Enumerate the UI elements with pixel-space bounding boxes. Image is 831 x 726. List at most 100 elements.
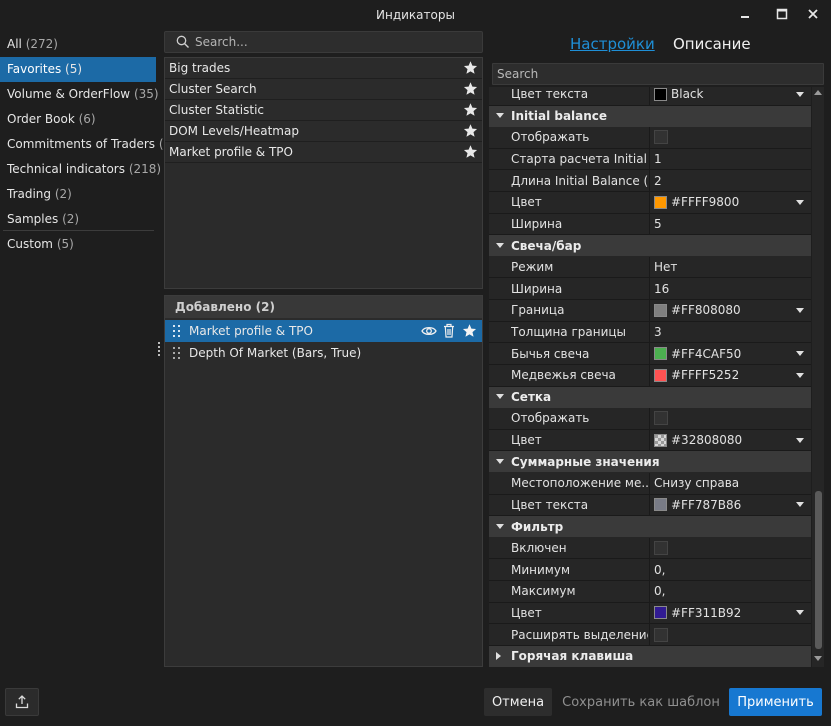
- property-value-text: Нет: [654, 260, 678, 275]
- star-icon[interactable]: [463, 60, 478, 78]
- property-value[interactable]: 3: [649, 321, 811, 343]
- property-value[interactable]: #FFFF5252: [649, 365, 811, 386]
- star-icon[interactable]: [463, 81, 478, 99]
- property-value[interactable]: [649, 408, 811, 429]
- property-section[interactable]: Initial balance: [489, 105, 811, 127]
- property-value[interactable]: Black: [649, 87, 811, 105]
- close-button[interactable]: [801, 3, 825, 25]
- minimize-button[interactable]: [733, 3, 757, 25]
- drag-handle-icon[interactable]: [173, 325, 181, 337]
- collapse-arrow-icon[interactable]: [496, 451, 504, 472]
- checkbox[interactable]: [654, 627, 668, 642]
- indicator-search-input[interactable]: [195, 34, 475, 50]
- property-section[interactable]: Суммарные значения: [489, 451, 811, 473]
- expand-arrow-icon[interactable]: [496, 646, 502, 667]
- property-value-text: Снизу справа: [654, 476, 740, 491]
- maximize-button[interactable]: [770, 3, 794, 25]
- dropdown-arrow-icon[interactable]: [796, 365, 804, 386]
- category-volume-orderflow[interactable]: Volume & OrderFlow (35): [0, 82, 159, 107]
- category-technical-indicators[interactable]: Technical indicators (218): [0, 157, 161, 182]
- eye-icon[interactable]: [421, 324, 437, 341]
- scrollbar-thumb[interactable]: [815, 491, 822, 649]
- property-scrollbar[interactable]: [812, 87, 824, 667]
- property-section[interactable]: Свеча/бар: [489, 235, 811, 257]
- property-section[interactable]: Сетка: [489, 386, 811, 408]
- drag-handle-icon[interactable]: [173, 347, 181, 359]
- property-row: Цвет текста Black: [489, 87, 811, 106]
- star-icon[interactable]: [463, 123, 478, 141]
- dropdown-arrow-icon[interactable]: [796, 192, 804, 213]
- apply-button[interactable]: Применить: [729, 688, 822, 716]
- favorite-item[interactable]: Cluster Statistic: [165, 100, 482, 121]
- dropdown-arrow-icon[interactable]: [796, 300, 804, 321]
- category-custom[interactable]: Custom (5): [0, 232, 156, 257]
- property-value[interactable]: [649, 624, 811, 645]
- category-commitments-of-traders[interactable]: Commitments of Traders (4): [0, 132, 176, 157]
- favorite-item[interactable]: Market profile & TPO: [165, 142, 482, 163]
- category-all[interactable]: All (272): [0, 32, 156, 57]
- save-template-button[interactable]: Сохранить как шаблон: [559, 688, 723, 716]
- property-value[interactable]: [649, 537, 811, 559]
- property-value[interactable]: 2: [649, 170, 811, 192]
- export-button[interactable]: [5, 688, 39, 716]
- property-value-text: Black: [671, 87, 704, 102]
- star-icon[interactable]: [462, 323, 477, 341]
- star-icon[interactable]: [463, 144, 478, 162]
- property-section[interactable]: Горячая клавиша: [489, 645, 811, 667]
- category-trading[interactable]: Trading (2): [0, 182, 156, 207]
- checkbox[interactable]: [654, 541, 668, 556]
- collapse-arrow-icon[interactable]: [496, 387, 504, 408]
- property-value[interactable]: 0,: [649, 581, 811, 602]
- property-value[interactable]: #FFFF9800: [649, 192, 811, 213]
- category-favorites[interactable]: Favorites (5): [0, 57, 156, 82]
- close-icon: [808, 9, 818, 19]
- property-value-text: 1: [654, 152, 662, 167]
- cancel-button[interactable]: Отмена: [484, 688, 552, 716]
- property-value[interactable]: [649, 127, 811, 148]
- property-value[interactable]: 5: [649, 213, 811, 235]
- dropdown-arrow-icon[interactable]: [796, 87, 804, 105]
- collapse-arrow-icon[interactable]: [496, 516, 504, 537]
- favorite-label: Market profile & TPO: [169, 145, 293, 159]
- property-value[interactable]: #FF787B86: [649, 494, 811, 516]
- property-value[interactable]: #FF808080: [649, 300, 811, 321]
- category-label: Volume & OrderFlow: [7, 87, 131, 101]
- maximize-icon: [776, 8, 788, 20]
- checkbox[interactable]: [654, 130, 668, 145]
- tab-description[interactable]: Описание: [673, 35, 751, 53]
- added-item[interactable]: Market profile & TPO: [165, 320, 482, 342]
- trash-icon[interactable]: [443, 323, 455, 341]
- dropdown-arrow-icon[interactable]: [796, 430, 804, 451]
- property-value[interactable]: #FF4CAF50: [649, 343, 811, 365]
- dropdown-arrow-icon[interactable]: [796, 495, 804, 516]
- tab-settings[interactable]: Настройки: [570, 35, 655, 53]
- added-item[interactable]: Depth Of Market (Bars, True): [165, 342, 482, 364]
- property-value[interactable]: 16: [649, 278, 811, 300]
- favorite-item[interactable]: Cluster Search: [165, 79, 482, 100]
- collapse-arrow-icon[interactable]: [496, 235, 504, 256]
- property-label: Ширина: [511, 217, 563, 231]
- category-order-book[interactable]: Order Book (6): [0, 107, 156, 132]
- scroll-up-icon[interactable]: [814, 89, 822, 95]
- property-value[interactable]: Нет: [649, 256, 811, 278]
- favorite-item[interactable]: DOM Levels/Heatmap: [165, 121, 482, 142]
- property-value[interactable]: #32808080: [649, 429, 811, 451]
- property-label: Расширять выделение: [511, 627, 648, 642]
- property-value[interactable]: 0,: [649, 559, 811, 580]
- property-value[interactable]: #FF311B92: [649, 602, 811, 624]
- property-search-input[interactable]: [497, 66, 817, 82]
- panel-resize-grip[interactable]: [158, 342, 161, 359]
- property-value[interactable]: 1: [649, 148, 811, 170]
- checkbox[interactable]: [654, 411, 668, 426]
- property-section[interactable]: Фильтр: [489, 516, 811, 538]
- property-value[interactable]: Снизу справа: [649, 472, 811, 494]
- property-label: Длина Initial Balance (...: [511, 173, 648, 188]
- category-samples[interactable]: Samples (2): [0, 207, 156, 232]
- collapse-arrow-icon[interactable]: [496, 106, 504, 127]
- favorite-item[interactable]: Big trades: [165, 58, 482, 79]
- star-icon[interactable]: [463, 102, 478, 120]
- dropdown-arrow-icon[interactable]: [796, 603, 804, 624]
- dropdown-arrow-icon[interactable]: [796, 343, 804, 364]
- property-row: Максимум 0,: [489, 581, 811, 603]
- scroll-down-icon[interactable]: [814, 656, 822, 662]
